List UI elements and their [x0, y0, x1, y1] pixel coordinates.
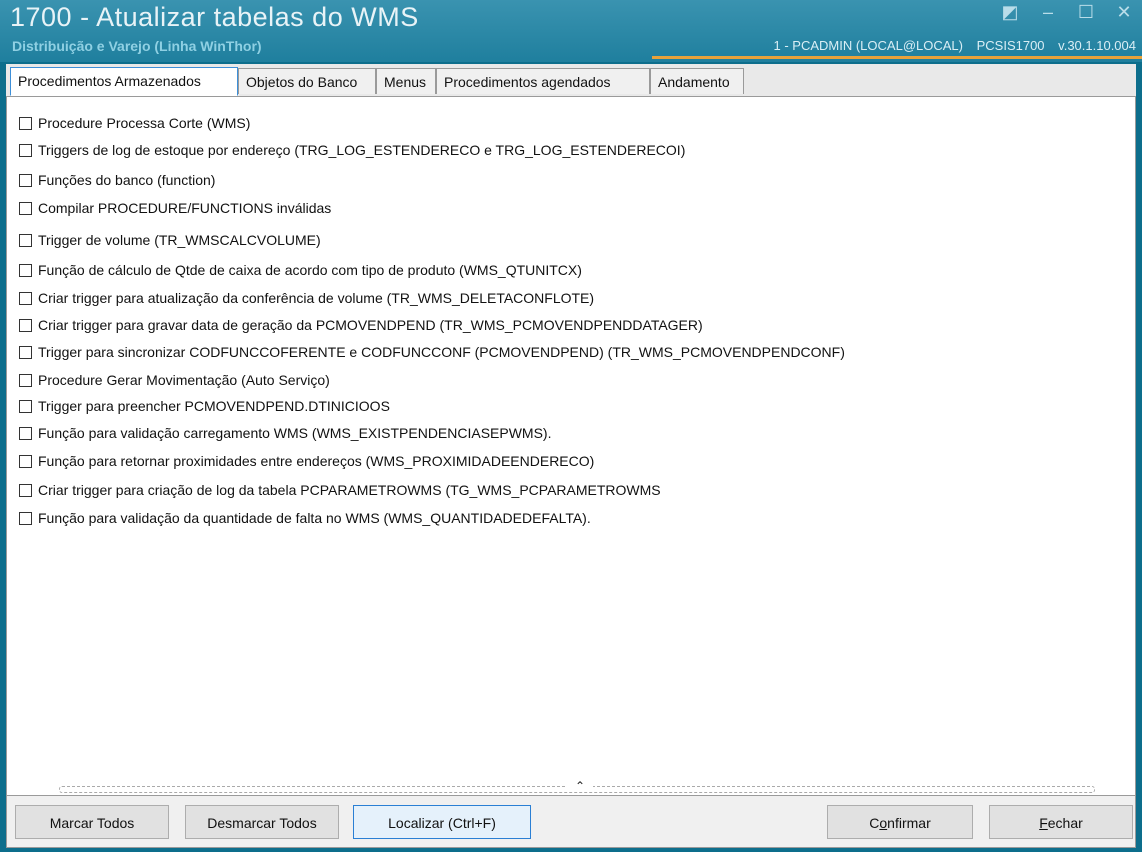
tab-objetos-do-banco[interactable]: Objetos do Banco: [238, 68, 376, 94]
tab-procedimentos-agendados[interactable]: Procedimentos agendados: [436, 68, 650, 94]
restore-icon[interactable]: ◩: [1000, 2, 1020, 23]
tab-andamento[interactable]: Andamento: [650, 68, 744, 94]
checkbox-label: Criar trigger para gravar data de geraçã…: [38, 317, 703, 333]
checkbox-item[interactable]: Criar trigger para criação de log da tab…: [19, 480, 661, 500]
checkbox-item[interactable]: Criar trigger para atualização da confer…: [19, 288, 594, 308]
window-title: 1700 - Atualizar tabelas do WMS: [10, 2, 419, 32]
session-info: 1 - PCADMIN (LOCAL@LOCAL) PCSIS1700 v.30…: [764, 38, 1136, 53]
unmark-all-button[interactable]: Desmarcar Todos: [185, 805, 339, 839]
checkbox-item[interactable]: Triggers de log de estoque por endereço …: [19, 140, 685, 160]
program-label: PCSIS1700: [976, 38, 1045, 53]
checkbox-label: Função de cálculo de Qtde de caixa de ac…: [38, 262, 582, 278]
checkbox[interactable]: [19, 373, 32, 387]
checkbox[interactable]: [19, 143, 32, 157]
minimize-icon[interactable]: –: [1038, 2, 1058, 23]
checkbox-item[interactable]: Função para validação carregamento WMS (…: [19, 423, 552, 443]
checkbox[interactable]: [19, 318, 32, 332]
chevron-up-icon[interactable]: ⌃: [567, 780, 593, 792]
title-accent-line: [652, 56, 1142, 59]
checkbox-item[interactable]: Compilar PROCEDURE/FUNCTIONS inválidas: [19, 198, 331, 218]
checkbox-label: Trigger para preencher PCMOVENDPEND.DTIN…: [38, 398, 390, 414]
maximize-icon[interactable]: ☐: [1076, 2, 1096, 23]
checkbox[interactable]: [19, 426, 32, 440]
checkbox[interactable]: [19, 345, 32, 359]
checkbox-label: Compilar PROCEDURE/FUNCTIONS inválidas: [38, 200, 332, 216]
checkbox-label: Criar trigger para criação de log da tab…: [38, 482, 661, 498]
checkbox[interactable]: [19, 263, 32, 277]
button-bar: Marcar Todos Desmarcar Todos Localizar (…: [6, 796, 1136, 848]
checkbox-item[interactable]: Criar trigger para gravar data de geraçã…: [19, 315, 703, 335]
checkbox-item[interactable]: Trigger de volume (TR_WMSCALCVOLUME): [19, 230, 321, 250]
checkbox[interactable]: [19, 454, 32, 468]
close-button[interactable]: Fechar: [989, 805, 1133, 839]
tab-procedimentos-armazenados[interactable]: Procedimentos Armazenados: [10, 67, 238, 96]
checkbox[interactable]: [19, 483, 32, 497]
checkbox[interactable]: [19, 511, 32, 525]
checkbox[interactable]: [19, 233, 32, 247]
find-button[interactable]: Localizar (Ctrl+F): [353, 805, 531, 839]
checkbox[interactable]: [19, 173, 32, 187]
checkbox-label: Trigger para sincronizar CODFUNCCOFERENT…: [38, 344, 845, 360]
checkbox-label: Procedure Processa Corte (WMS): [38, 115, 251, 131]
checkbox-item[interactable]: Procedure Gerar Movimentação (Auto Servi…: [19, 370, 330, 390]
checkbox-label: Criar trigger para atualização da confer…: [38, 290, 595, 306]
checkbox-item[interactable]: Funções do banco (function): [19, 170, 215, 190]
tab-menus[interactable]: Menus: [376, 68, 436, 94]
checkbox[interactable]: [19, 116, 32, 130]
checkbox-item[interactable]: Função de cálculo de Qtde de caixa de ac…: [19, 260, 582, 280]
checkbox-item[interactable]: Função para retornar proximidades entre …: [19, 451, 594, 471]
checkbox[interactable]: [19, 201, 32, 215]
checkbox[interactable]: [19, 399, 32, 413]
checkbox-label: Procedure Gerar Movimentação (Auto Servi…: [38, 372, 330, 388]
checkbox-label: Função para retornar proximidades entre …: [38, 453, 595, 469]
checkbox-item[interactable]: Procedure Processa Corte (WMS): [19, 113, 250, 133]
checkbox-label: Função para validação da quantidade de f…: [38, 510, 591, 526]
version-label: v.30.1.10.004: [1058, 38, 1136, 53]
checkbox-label: Trigger de volume (TR_WMSCALCVOLUME): [38, 232, 321, 248]
mark-all-button[interactable]: Marcar Todos: [15, 805, 169, 839]
checkbox-item[interactable]: Função para validação da quantidade de f…: [19, 508, 591, 528]
checkbox-label: Funções do banco (function): [38, 172, 216, 188]
window-subtitle: Distribuição e Varejo (Linha WinThor): [12, 38, 262, 54]
confirm-button[interactable]: Confirmar: [827, 805, 973, 839]
checkbox-item[interactable]: Trigger para preencher PCMOVENDPEND.DTIN…: [19, 396, 390, 416]
checkbox-label: Função para validação carregamento WMS (…: [38, 425, 552, 441]
user-label: 1 - PCADMIN (LOCAL@LOCAL): [773, 38, 963, 53]
checkbox[interactable]: [19, 291, 32, 305]
checkbox-item[interactable]: Trigger para sincronizar CODFUNCCOFERENT…: [19, 342, 845, 362]
window-controls: ◩ – ☐ ✕: [1000, 2, 1134, 23]
checkbox-label: Triggers de log de estoque por endereço …: [38, 142, 686, 158]
close-icon[interactable]: ✕: [1114, 2, 1134, 23]
title-bar: 1700 - Atualizar tabelas do WMS Distribu…: [0, 0, 1142, 62]
tab-bar: Procedimentos Armazenados Objetos do Ban…: [6, 64, 1136, 96]
procedures-panel: Procedure Processa Corte (WMS) Triggers …: [6, 96, 1136, 796]
